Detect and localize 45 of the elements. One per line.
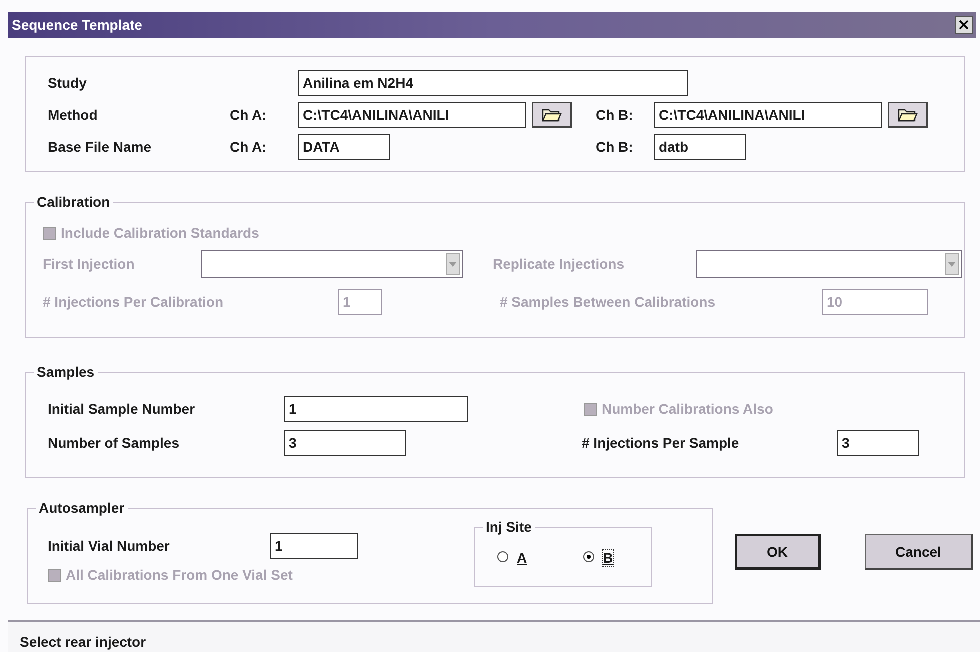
- browse-button[interactable]: [532, 102, 572, 128]
- folder-icon: [898, 108, 918, 122]
- radio-button[interactable]: A: [497, 550, 528, 566]
- input-field[interactable]: 3: [284, 430, 406, 456]
- folder-icon: [542, 108, 562, 122]
- field-label: All Calibrations From One Vial Set: [66, 567, 293, 583]
- close-button[interactable]: [955, 16, 973, 34]
- field-label: # Samples Between Calibrations: [500, 294, 717, 310]
- close-icon: [959, 20, 969, 30]
- field-label: Initial Vial Number: [48, 538, 171, 554]
- field-label: Ch A:: [230, 139, 268, 155]
- input-field[interactable]: C:\TC4\ANILINA\ANILI: [654, 102, 882, 128]
- field-label: First Injection: [43, 256, 136, 272]
- radio-dot-icon: [497, 551, 509, 563]
- group-title: Inj Site: [483, 519, 535, 535]
- field-label: Number Calibrations Also: [602, 401, 774, 417]
- group-title: Samples: [34, 364, 98, 380]
- field-label: Include Calibration Standards: [61, 225, 260, 241]
- field-label: Ch B:: [596, 107, 634, 123]
- input-field[interactable]: Anilina em N2H4: [298, 70, 688, 96]
- browse-button[interactable]: [888, 102, 928, 128]
- dialog-button[interactable]: Cancel: [865, 534, 973, 570]
- input-field[interactable]: C:\TC4\ANILINA\ANILI: [298, 102, 526, 128]
- field-label: Method: [48, 107, 99, 123]
- field-label: Initial Sample Number: [48, 401, 196, 417]
- window-title: Sequence Template: [12, 17, 142, 33]
- field-label: Ch B:: [596, 139, 634, 155]
- field-label: Replicate Injections: [493, 256, 626, 272]
- field-label: Base File Name: [48, 139, 152, 155]
- input-field[interactable]: datb: [654, 134, 746, 160]
- field-label: Study: [48, 75, 88, 91]
- input-field[interactable]: 1: [270, 533, 358, 559]
- radio-dot-icon: [583, 551, 596, 563]
- dialog-button[interactable]: OK: [735, 534, 821, 570]
- field-label: # Injections Per Sample: [582, 435, 740, 451]
- field-label: # Injections Per Calibration: [43, 294, 224, 310]
- input-field[interactable]: 3: [837, 430, 919, 456]
- field-label: Ch A:: [230, 107, 268, 123]
- group-title: Calibration: [34, 194, 114, 210]
- field-label: Number of Samples: [48, 435, 180, 451]
- input-field[interactable]: DATA: [298, 134, 390, 160]
- radio-button[interactable]: B: [583, 550, 614, 566]
- status-text: Select rear injector: [20, 634, 146, 650]
- input-field[interactable]: 1: [284, 396, 468, 422]
- group-title: Autosampler: [36, 500, 128, 516]
